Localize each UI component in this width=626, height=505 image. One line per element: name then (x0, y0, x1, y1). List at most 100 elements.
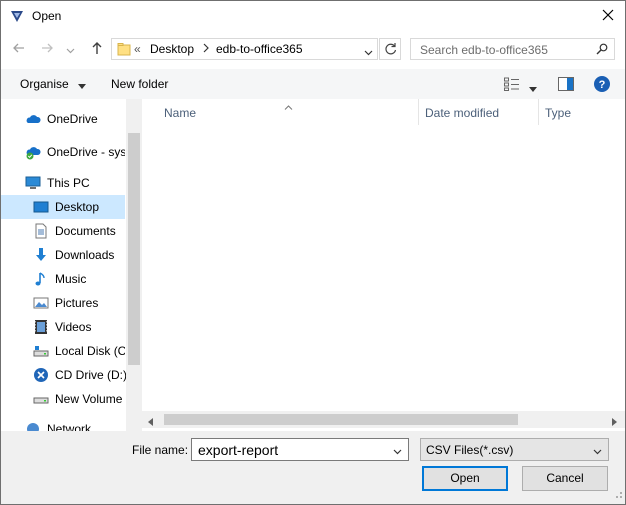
scroll-left-icon[interactable] (148, 415, 153, 429)
address-dropdown-button[interactable] (364, 45, 373, 59)
cloud-check-icon (25, 144, 41, 160)
forward-button[interactable] (37, 39, 57, 59)
organise-label: Organise (20, 77, 69, 91)
navigation-pane-scrollbar[interactable] (126, 99, 142, 431)
file-list[interactable]: Name Date modified Type (142, 99, 625, 411)
scrollbar-thumb[interactable] (164, 414, 518, 425)
file-name-field[interactable]: export-report (191, 438, 409, 461)
file-name-label: File name: (132, 443, 189, 457)
file-name-value[interactable]: export-report (198, 442, 278, 458)
music-icon (33, 271, 49, 287)
column-header-type[interactable]: Type (539, 99, 625, 125)
column-header-label: Type (545, 106, 572, 120)
refresh-icon (384, 42, 397, 59)
folder-icon (117, 42, 131, 59)
search-box[interactable]: Search edb-to-office365 (410, 38, 615, 60)
network-icon (25, 421, 41, 431)
address-bar[interactable]: « Desktop edb-to-office365 (111, 38, 378, 60)
sidebar-item-documents[interactable]: Documents (1, 219, 125, 243)
video-icon (33, 319, 49, 335)
sidebar-item-network[interactable]: Network (1, 419, 125, 431)
address-overflow-chevron[interactable]: « (134, 42, 141, 56)
new-folder-button[interactable]: New folder (111, 77, 168, 91)
sidebar-item-label: Music (55, 272, 87, 286)
column-header-name[interactable]: Name (158, 99, 419, 125)
sidebar-item-label: OneDrive - syst (47, 145, 125, 159)
sidebar-item-label: Documents (55, 224, 116, 238)
sidebar-item-label: Videos (55, 320, 92, 334)
chevron-down-icon (593, 444, 602, 458)
breadcrumb-desktop[interactable]: Desktop (150, 42, 194, 56)
sidebar-item-local-disk[interactable]: Local Disk (C: (1, 339, 125, 363)
app-icon (9, 8, 25, 24)
sidebar-item-label: Pictures (55, 296, 99, 310)
sidebar-item-label: CD Drive (D:) (55, 368, 127, 382)
command-bar: Organise New folder ? (1, 69, 625, 99)
drive-icon (33, 391, 49, 407)
document-icon (33, 223, 49, 239)
help-icon: ? (594, 76, 610, 95)
file-list-horizontal-scrollbar[interactable] (142, 411, 625, 428)
chevron-down-icon (364, 45, 373, 59)
up-button[interactable] (87, 39, 107, 59)
sidebar-item-label: Desktop (55, 200, 100, 214)
open-dialog: Open « Desktop edb-to-office365 Search e… (0, 0, 626, 505)
view-options-button[interactable] (529, 81, 537, 95)
close-icon (602, 9, 614, 24)
sidebar-item-onedrive-business[interactable]: OneDrive - syst (1, 140, 125, 164)
computer-icon (25, 175, 41, 191)
cloud-icon (25, 111, 41, 127)
chevron-down-icon[interactable] (393, 444, 402, 458)
resize-grip-icon[interactable] (613, 488, 623, 502)
back-button[interactable] (9, 39, 29, 59)
sidebar-item-downloads[interactable]: Downloads (1, 243, 125, 267)
scrollbar-thumb[interactable] (128, 133, 140, 365)
cancel-button[interactable]: Cancel (522, 466, 608, 491)
sidebar-item-music[interactable]: Music (1, 267, 125, 291)
sidebar-item-label: Network (47, 422, 92, 431)
sidebar-item-pictures[interactable]: Pictures (1, 291, 125, 315)
column-header-label: Date modified (425, 106, 500, 120)
file-type-select[interactable]: CSV Files(*.csv) (420, 438, 609, 461)
sidebar-item-label: OneDrive (47, 112, 98, 126)
help-button[interactable]: ? (594, 76, 610, 95)
sidebar-item-label: Downloads (55, 248, 115, 262)
chevron-down-icon (66, 42, 75, 57)
local-disk-icon (33, 343, 49, 359)
preview-pane-button[interactable] (558, 77, 574, 94)
search-icon (596, 43, 608, 58)
open-button[interactable]: Open (422, 466, 508, 491)
sidebar-item-label: New Volume (55, 392, 123, 406)
sidebar-item-this-pc[interactable]: This PC (1, 171, 125, 195)
picture-icon (33, 295, 49, 311)
search-input[interactable]: Search edb-to-office365 (420, 43, 548, 57)
caret-down-icon (78, 78, 87, 92)
navigation-pane: OneDrive OneDrive - syst This PC Desktop… (1, 99, 142, 431)
sidebar-item-label: Local Disk (C: (55, 344, 125, 358)
view-list-icon (504, 77, 520, 94)
arrow-right-icon (40, 41, 54, 58)
change-view-button[interactable] (504, 77, 520, 94)
sidebar-item-videos[interactable]: Videos (1, 315, 125, 339)
sidebar-item-new-volume[interactable]: New Volume (1, 387, 125, 411)
title-bar: Open (1, 1, 625, 31)
desktop-icon (33, 199, 49, 215)
breadcrumb-current-folder[interactable]: edb-to-office365 (216, 42, 303, 56)
file-dialog-footer: File name: export-report CSV Files(*.csv… (1, 431, 625, 504)
organise-menu[interactable]: Organise (20, 77, 87, 92)
column-header-label: Name (164, 106, 197, 120)
arrow-up-icon (90, 41, 104, 58)
sidebar-item-cd-drive[interactable]: CD Drive (D:) (1, 363, 127, 387)
recent-locations-button[interactable] (63, 39, 77, 59)
sidebar-item-label: This PC (47, 176, 90, 190)
scroll-right-icon[interactable] (612, 415, 617, 429)
sidebar-item-onedrive[interactable]: OneDrive (1, 107, 125, 131)
file-type-value: CSV Files(*.csv) (426, 443, 514, 457)
sidebar-item-desktop[interactable]: Desktop (1, 195, 125, 219)
refresh-button[interactable] (379, 38, 401, 60)
column-header-date-modified[interactable]: Date modified (419, 99, 539, 125)
caret-down-icon (529, 81, 537, 95)
close-button[interactable] (591, 1, 625, 31)
breadcrumb-separator-icon (203, 42, 209, 56)
cd-drive-icon (33, 367, 49, 383)
